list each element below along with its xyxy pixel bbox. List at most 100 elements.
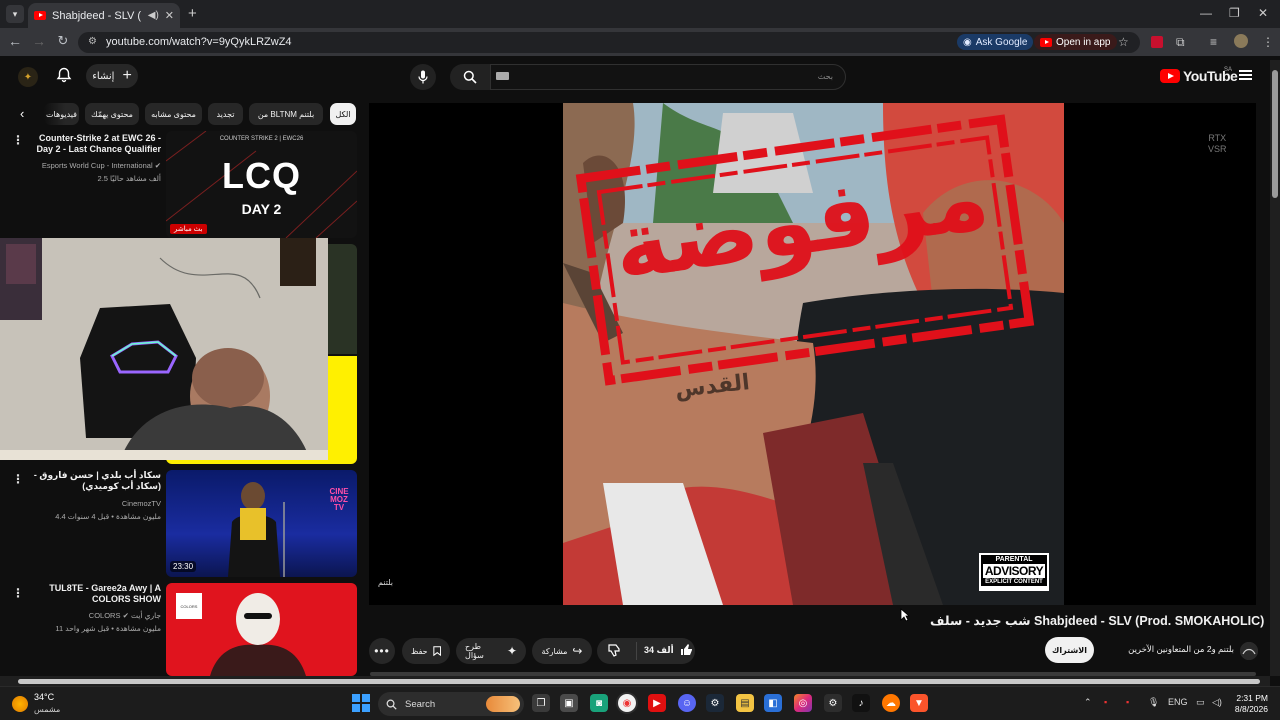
sidebar-video-title[interactable]: سكاد أب بلدي | حسن فاروق - (سكاد أب كومي… xyxy=(26,470,161,492)
tiktok-icon[interactable]: ♪ xyxy=(852,694,870,712)
more-actions-icon[interactable]: ⋮ xyxy=(12,472,24,486)
discord-icon[interactable]: ☺ xyxy=(678,694,696,712)
restore-icon[interactable]: ❐ xyxy=(1229,6,1240,20)
input-language[interactable]: ENG xyxy=(1168,697,1188,707)
sidebar-video-channel[interactable]: Esports World Cup - International ✔ xyxy=(20,161,161,171)
app-blue-icon[interactable]: ◧ xyxy=(764,694,782,712)
sidebar-video-channel[interactable]: CinemozTV xyxy=(26,499,161,509)
colors-logo: COLORS xyxy=(176,593,202,619)
file-explorer-icon[interactable]: ▤ xyxy=(736,694,754,712)
sidebar-video-title[interactable]: Counter-Strike 2 at EWC 26 - Day 2 - Las… xyxy=(26,133,161,155)
voice-search-mic-icon[interactable] xyxy=(410,64,436,90)
url-text[interactable]: youtube.com/watch?v=9yQykLRZwZ4 xyxy=(106,36,292,48)
ask-label: طرح سؤال xyxy=(465,642,484,660)
task-view-icon[interactable]: ❐ xyxy=(532,694,550,712)
sidebar-video-meta: 11 مليون مشاهدة • قبل شهر واحد xyxy=(55,624,161,633)
channel-name: COLORS xyxy=(88,611,121,620)
instagram-icon[interactable]: ◎ xyxy=(794,694,812,712)
store-icon[interactable]: ▣ xyxy=(560,694,578,712)
volume-icon[interactable]: ◁) xyxy=(1212,697,1222,708)
chip-related[interactable]: محتوى مشابه xyxy=(145,103,202,125)
share-button[interactable]: مشاركة ↪ xyxy=(532,638,592,664)
chip-for-you[interactable]: محتوى يهمّك xyxy=(85,103,139,125)
thumbnail-headline: LCQ xyxy=(222,155,301,196)
new-tab-icon[interactable]: + xyxy=(188,5,197,22)
site-info-icon[interactable]: ⚙ xyxy=(88,36,97,47)
chip-recent[interactable]: تجديد xyxy=(208,103,243,125)
tab-search-button[interactable]: ▾ xyxy=(6,5,24,23)
network-icon[interactable]: ▭ xyxy=(1196,697,1205,708)
weather-description[interactable]: مشمس xyxy=(34,705,60,714)
extensions-puzzle-icon[interactable]: ⧉ xyxy=(1176,35,1185,50)
chip-videos[interactable]: فيديوهات xyxy=(44,103,79,125)
tab-title: Shabjdeed - SLV (Prod. SMOKAHOLIC) xyxy=(52,9,142,22)
subscribe-button[interactable]: الاشتراك xyxy=(1045,637,1094,663)
browser-profile-avatar[interactable] xyxy=(1234,34,1248,48)
browser-tab[interactable]: Shabjdeed - SLV (Prod. SMOKAHOLIC) ◀) ✕ xyxy=(28,3,180,28)
dislike-button[interactable] xyxy=(607,643,621,660)
chip-scroll-left-icon[interactable]: ‹ xyxy=(20,106,24,121)
tray-app-icon[interactable]: ▪ xyxy=(1104,697,1107,707)
taskbar-search-label: Search xyxy=(405,698,436,710)
weather-temperature[interactable]: 34°C xyxy=(34,692,54,702)
extension-red-icon[interactable] xyxy=(1151,36,1163,48)
tray-overflow-icon[interactable]: ⌃ xyxy=(1084,697,1092,708)
youtube-taskbar-icon[interactable]: ▶ xyxy=(648,694,666,712)
browser-menu-icon[interactable]: ⋮ xyxy=(1262,35,1274,49)
sidebar-video-thumbnail[interactable]: CINE MOZ TV 23:30 xyxy=(166,470,357,577)
vertical-scrollbar-thumb[interactable] xyxy=(1272,70,1278,198)
ask-google-button[interactable]: ◉ Ask Google xyxy=(957,34,1034,50)
search-icon xyxy=(463,70,477,84)
sidebar-video-channel[interactable]: COLORS ✔ جاري أيت xyxy=(26,611,161,621)
chrome-icon[interactable]: ◉ xyxy=(618,694,636,712)
youtube-logo-icon xyxy=(1160,69,1180,83)
minimize-icon[interactable]: — xyxy=(1200,6,1212,20)
tab-close-icon[interactable]: ✕ xyxy=(165,9,174,22)
save-button[interactable]: حفظ xyxy=(402,638,450,664)
soundcloud-icon[interactable]: ☁ xyxy=(882,694,900,712)
brave-icon[interactable]: ▼ xyxy=(910,694,928,712)
clock-time: 2:31 PM xyxy=(1236,693,1268,703)
reading-list-icon[interactable]: ≡ xyxy=(1210,35,1217,49)
chat-app-icon[interactable]: ◙ xyxy=(590,694,608,712)
sidebar-video-thumbnail[interactable]: COUNTER STRIKE 2 | EWC26 LCQ DAY 2 بث مب… xyxy=(166,131,357,238)
search-button[interactable] xyxy=(450,64,490,90)
forward-icon[interactable]: → xyxy=(30,33,48,49)
account-avatar[interactable]: ✦ xyxy=(18,67,38,87)
channel-watermark[interactable]: بلتنم xyxy=(378,578,393,587)
rtx-label: RTX xyxy=(1208,133,1227,143)
reload-icon[interactable]: ↻ xyxy=(54,33,72,49)
channel-collaborators[interactable]: بلتنم و2 من المتعاونين الآخرين xyxy=(1100,644,1234,655)
ask-button[interactable]: طرح سؤال ✦ xyxy=(456,638,526,664)
tray-app-icon-2[interactable]: ▪ xyxy=(1126,697,1129,707)
notifications-bell-icon[interactable] xyxy=(56,67,72,87)
horizontal-scrollbar-thumb[interactable] xyxy=(18,679,1260,684)
guide-menu-icon[interactable] xyxy=(1239,70,1252,80)
more-actions-icon[interactable]: ⋮ xyxy=(12,586,24,600)
more-actions-icon[interactable]: ⋮ xyxy=(12,133,24,147)
sun-weather-icon[interactable] xyxy=(12,696,28,712)
back-icon[interactable]: ← xyxy=(6,33,24,49)
sidebar-video-thumbnail[interactable]: COLORS xyxy=(166,583,357,676)
sidebar-video-title[interactable]: TUL8TE - Garee2a Awy | A COLORS SHOW xyxy=(26,583,161,605)
keyboard-icon[interactable] xyxy=(496,72,509,80)
steam-icon[interactable]: ⚙ xyxy=(706,694,724,712)
bookmark-star-icon[interactable]: ☆ xyxy=(1118,35,1129,49)
microphone-tray-icon[interactable]: 🎙 xyxy=(1148,697,1159,708)
sparkle-icon: ✦ xyxy=(506,644,517,658)
create-button[interactable]: إنشاء + xyxy=(86,64,138,88)
channel-avatar[interactable] xyxy=(1240,642,1258,660)
like-count: 34 ألف xyxy=(644,644,674,655)
search-input[interactable]: بحث xyxy=(490,64,846,90)
chip-all[interactable]: الكل xyxy=(330,103,356,125)
settings-icon[interactable]: ⚙ xyxy=(824,694,842,712)
system-clock[interactable]: 2:31 PM 8/8/2026 xyxy=(1232,693,1268,715)
more-actions-button[interactable]: ••• xyxy=(369,638,395,664)
start-menu-icon[interactable] xyxy=(352,694,370,712)
chip-from-channel[interactable]: من BLTNM بلتنم xyxy=(249,103,323,125)
open-in-app-button[interactable]: Open in app xyxy=(1034,34,1117,50)
window-close-icon[interactable]: ✕ xyxy=(1258,6,1268,20)
ask-google-label: Ask Google xyxy=(975,36,1028,48)
like-button[interactable]: 34 ألف xyxy=(644,643,693,657)
speaker-icon[interactable]: ◀) xyxy=(148,10,159,21)
